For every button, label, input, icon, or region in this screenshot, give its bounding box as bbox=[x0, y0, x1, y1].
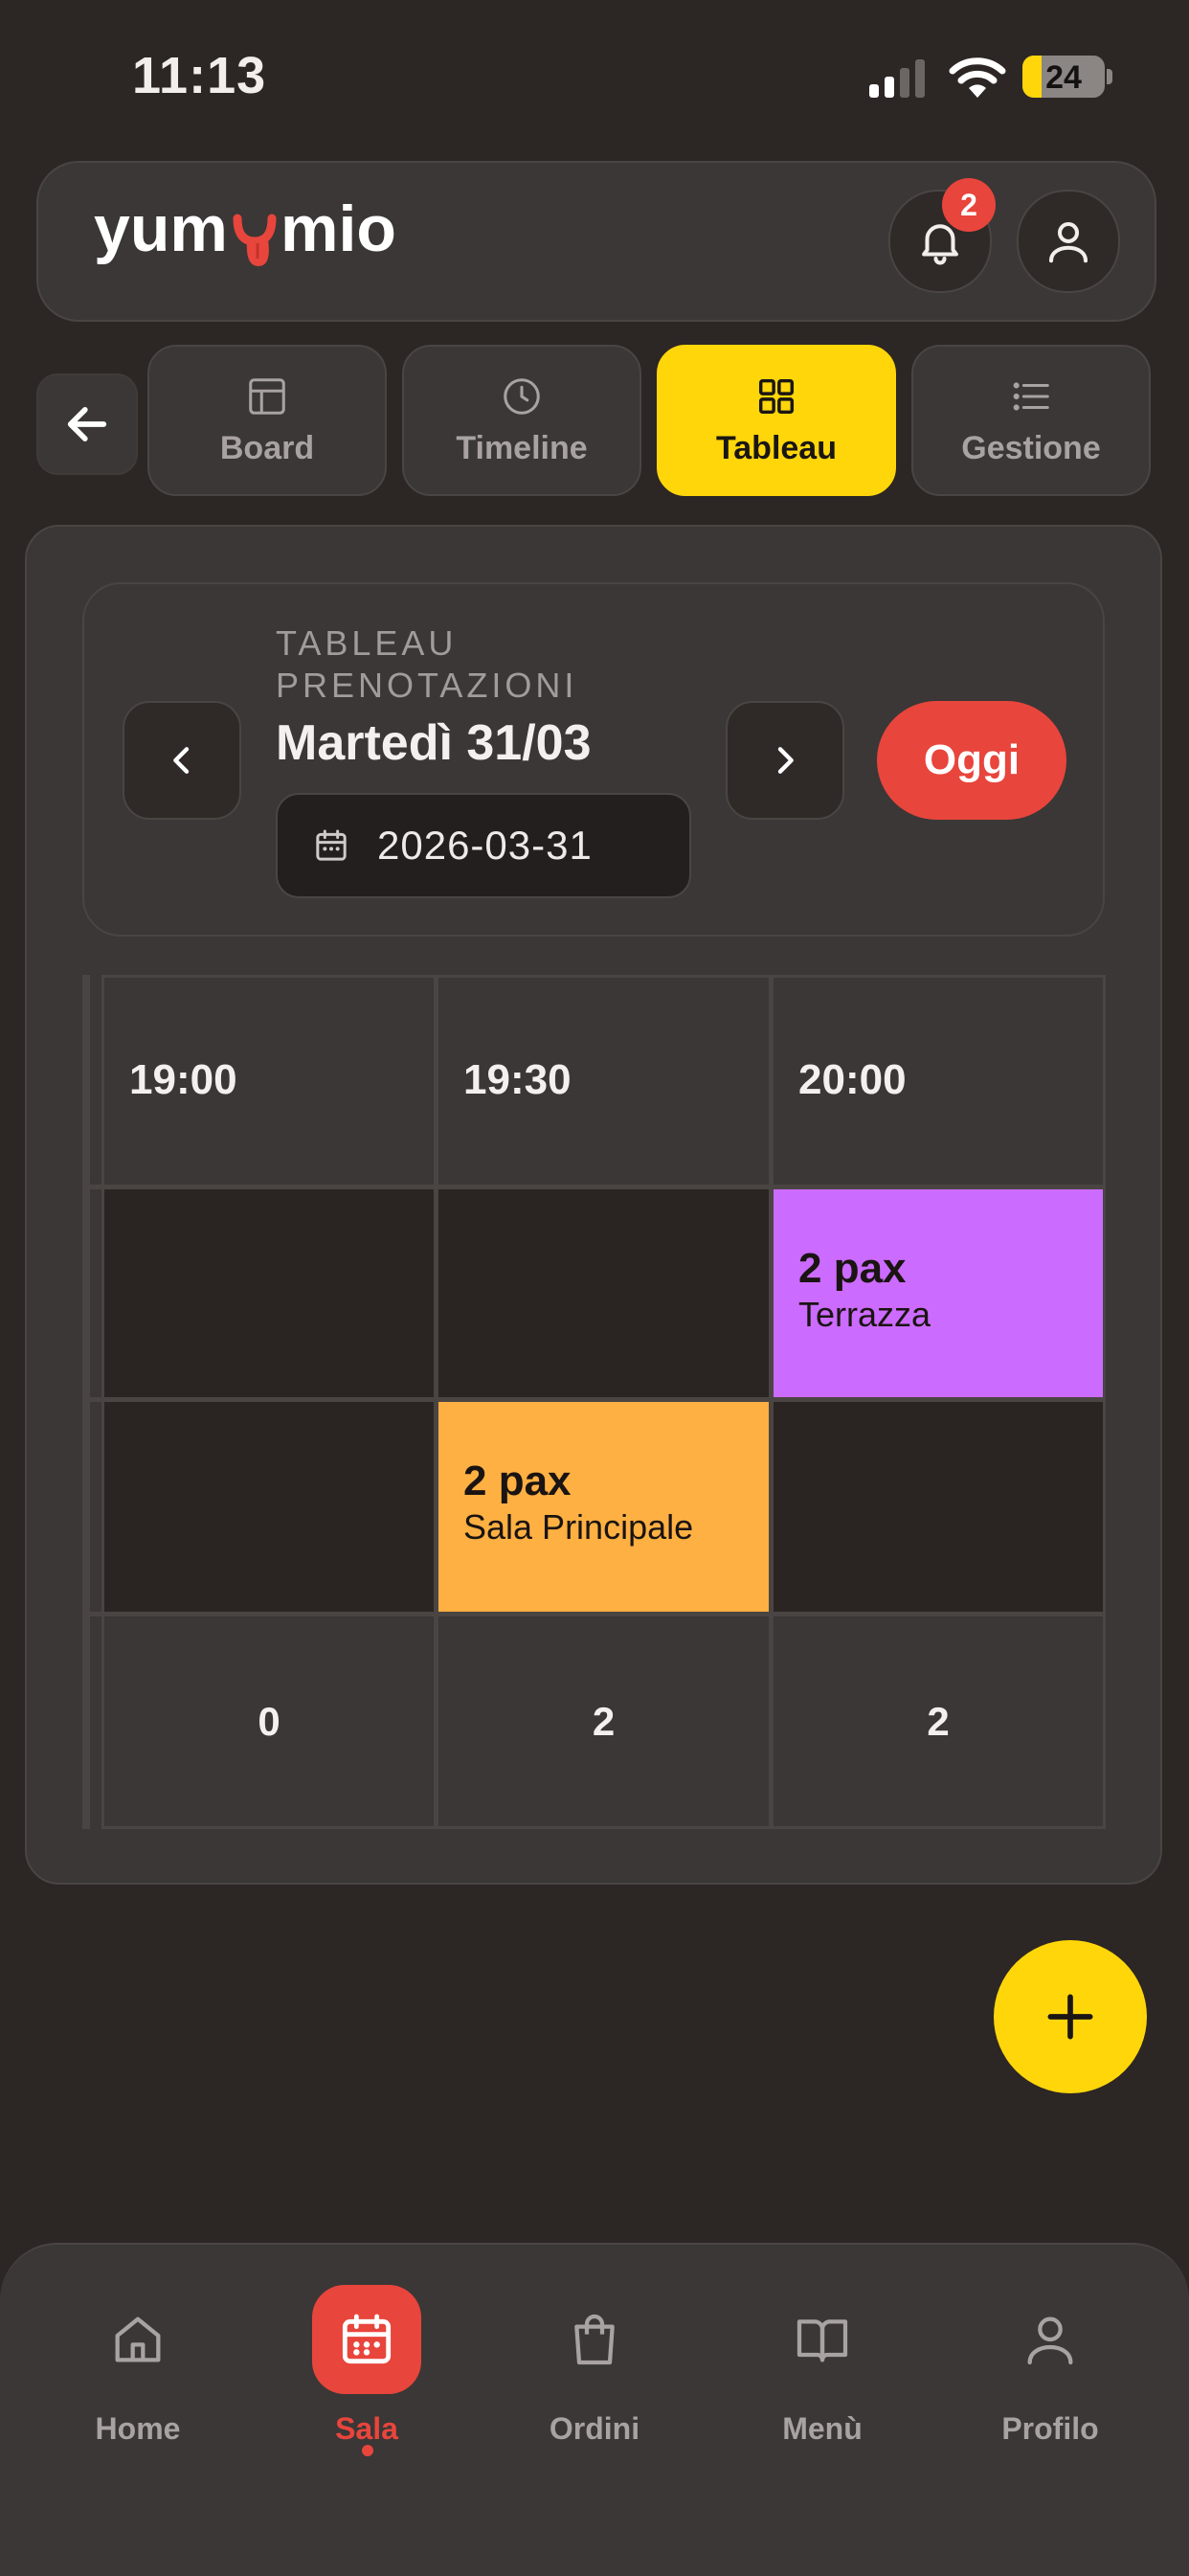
time-slot-header: 19:00 bbox=[101, 975, 437, 1187]
nav-label: Ordini bbox=[549, 2411, 640, 2446]
tab-label: Tableau bbox=[716, 429, 837, 466]
grid-icon bbox=[758, 378, 795, 414]
time-slot-label: 19:30 bbox=[463, 1056, 572, 1103]
nav-label: Sala bbox=[335, 2411, 398, 2446]
nav-ordini[interactable]: Ordini bbox=[499, 2285, 690, 2447]
notification-badge: 2 bbox=[942, 178, 996, 232]
tab-timeline[interactable]: Timeline bbox=[402, 345, 641, 496]
svg-text:mio: mio bbox=[280, 192, 396, 265]
chevron-left-icon bbox=[173, 747, 190, 774]
board-icon bbox=[249, 377, 285, 415]
plus-icon bbox=[1047, 1994, 1093, 2040]
calendar-icon bbox=[316, 829, 347, 861]
tab-label: Gestione bbox=[961, 429, 1101, 466]
wifi-icon bbox=[949, 57, 1006, 98]
nav-sala[interactable]: Sala bbox=[271, 2285, 462, 2447]
time-slot-label: 20:00 bbox=[798, 1056, 907, 1103]
next-day-button[interactable] bbox=[726, 701, 844, 820]
slot-total: 2 bbox=[771, 1614, 1106, 1829]
account-button[interactable] bbox=[1017, 190, 1120, 293]
empty-slot[interactable] bbox=[101, 1186, 437, 1400]
time-slot-label: 19:00 bbox=[129, 1056, 237, 1103]
date-value: 2026-03-31 bbox=[377, 823, 593, 868]
battery-level: 24 bbox=[1045, 59, 1082, 96]
nav-menu[interactable]: Menù bbox=[727, 2285, 918, 2447]
reservation-room: Terrazza bbox=[798, 1295, 931, 1334]
nav-label: Profilo bbox=[1001, 2411, 1099, 2446]
user-icon bbox=[1048, 221, 1088, 263]
tab-label: Timeline bbox=[456, 429, 588, 466]
chevron-right-icon bbox=[777, 747, 794, 774]
tab-label: Board bbox=[219, 429, 315, 466]
previous-day-button[interactable] bbox=[123, 701, 241, 820]
bag-icon bbox=[574, 2314, 615, 2365]
tab-board[interactable]: Board bbox=[147, 345, 387, 496]
reservation-pax: 2 pax bbox=[463, 1457, 572, 1504]
battery-nub bbox=[1107, 69, 1112, 84]
nav-label: Menù bbox=[782, 2411, 863, 2446]
svg-text:yum: yum bbox=[94, 192, 228, 265]
nav-label: Home bbox=[95, 2411, 181, 2446]
active-indicator-dot bbox=[362, 2445, 373, 2456]
cellular-signal-icon bbox=[869, 59, 925, 98]
page-title: Martedì 31/03 bbox=[276, 715, 592, 771]
reservation-card[interactable]: 2 pax Sala Principale bbox=[436, 1399, 772, 1615]
home-icon bbox=[115, 2316, 161, 2362]
reservation-card[interactable]: 2 pax Terrazza bbox=[771, 1186, 1106, 1400]
reservation-room: Sala Principale bbox=[463, 1507, 694, 1547]
time-slot-header: 19:30 bbox=[436, 975, 772, 1187]
tab-tableau[interactable]: Tableau bbox=[657, 345, 896, 496]
calendar-icon bbox=[342, 2314, 392, 2364]
empty-slot[interactable] bbox=[101, 1399, 437, 1615]
empty-slot[interactable] bbox=[436, 1186, 772, 1400]
slot-total: 2 bbox=[436, 1614, 772, 1829]
page-kicker: TABLEAU PRENOTAZIONI bbox=[276, 623, 578, 705]
yummio-logo: yum mio bbox=[94, 192, 396, 266]
today-button[interactable]: Oggi bbox=[877, 701, 1066, 820]
empty-slot[interactable] bbox=[771, 1399, 1106, 1615]
back-button[interactable] bbox=[36, 373, 138, 475]
status-time: 11:13 bbox=[132, 47, 267, 104]
arrow-left-icon bbox=[67, 407, 107, 441]
grid-left-edge bbox=[82, 975, 101, 1829]
nav-home[interactable]: Home bbox=[42, 2285, 234, 2447]
reservation-pax: 2 pax bbox=[798, 1245, 907, 1292]
book-icon bbox=[796, 2319, 848, 2362]
list-icon bbox=[1013, 381, 1049, 411]
slot-total: 0 bbox=[101, 1614, 437, 1829]
tab-gestione[interactable]: Gestione bbox=[911, 345, 1151, 496]
nav-profilo[interactable]: Profilo bbox=[954, 2285, 1146, 2447]
time-slot-header: 20:00 bbox=[771, 975, 1106, 1187]
battery-icon: 24 bbox=[1022, 56, 1105, 98]
date-picker-field[interactable]: 2026-03-31 bbox=[276, 793, 691, 898]
clock-icon bbox=[504, 377, 540, 415]
add-reservation-button[interactable] bbox=[994, 1940, 1147, 2093]
user-icon bbox=[1027, 2316, 1073, 2365]
